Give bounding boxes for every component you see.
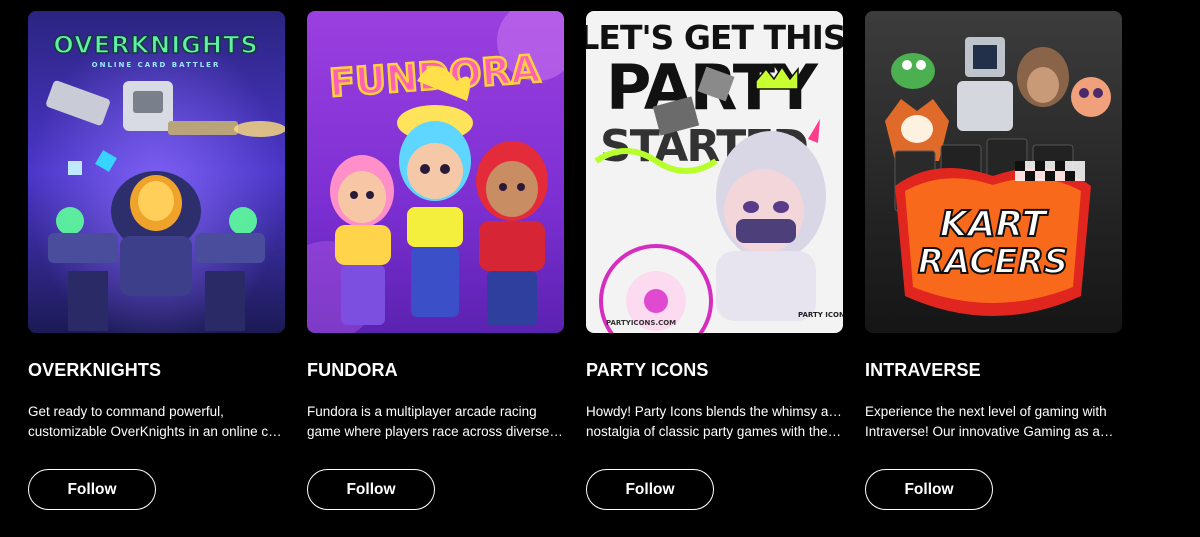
art-tagline: ONLINE CARD BATTLER xyxy=(92,61,221,69)
description-line: game where players race across diverse… xyxy=(307,424,563,439)
art-logo: KART xyxy=(940,204,1049,245)
game-description: Experience the next level of gaming with… xyxy=(865,402,1122,442)
art-brand: PARTY ICONS xyxy=(798,311,843,319)
game-card-overknights[interactable]: OVERKNIGHTS ONLINE CARD BATTLER OVERKNIG… xyxy=(28,11,285,521)
follow-button[interactable]: Follow xyxy=(865,469,993,510)
game-title[interactable]: INTRAVERSE xyxy=(865,360,981,381)
game-description: Get ready to command powerful, customiza… xyxy=(28,402,285,442)
game-thumbnail[interactable]: LET'S GET THIS PARTY STARTED PAR xyxy=(586,11,843,333)
game-thumbnail[interactable]: OVERKNIGHTS ONLINE CARD BATTLER xyxy=(28,11,285,333)
game-title[interactable]: OVERKNIGHTS xyxy=(28,360,161,381)
game-card-party-icons[interactable]: LET'S GET THIS PARTY STARTED PAR xyxy=(586,11,843,521)
games-grid: OVERKNIGHTS ONLINE CARD BATTLER OVERKNIG… xyxy=(28,11,1122,521)
description-line: Howdy! Party Icons blends the whimsy and xyxy=(586,404,843,419)
game-card-intraverse[interactable]: KART RACERS INTRAVERSE Experience the ne… xyxy=(865,11,1122,521)
description-line: Intraverse! Our innovative Gaming as a… xyxy=(865,424,1114,439)
follow-button[interactable]: Follow xyxy=(586,469,714,510)
art-site: PARTYICONS.COM xyxy=(606,319,676,327)
game-description: Howdy! Party Icons blends the whimsy and… xyxy=(586,402,843,442)
description-line: nostalgia of classic party games with th… xyxy=(586,424,842,439)
game-description: Fundora is a multiplayer arcade racing g… xyxy=(307,402,564,442)
description-line: Fundora is a multiplayer arcade racing xyxy=(307,404,537,419)
description-line: Experience the next level of gaming with xyxy=(865,404,1107,419)
game-title[interactable]: PARTY ICONS xyxy=(586,360,708,381)
game-title[interactable]: FUNDORA xyxy=(307,360,398,381)
game-thumbnail[interactable]: KART RACERS xyxy=(865,11,1122,333)
follow-button[interactable]: Follow xyxy=(307,469,435,510)
description-line: Get ready to command powerful, xyxy=(28,404,224,419)
art-logo: OVERKNIGHTS xyxy=(53,31,258,59)
art-logo: RACERS xyxy=(918,242,1068,282)
game-card-fundora[interactable]: FUNDORA Fundora is a multiplayer arcade … xyxy=(307,11,564,521)
description-line: customizable OverKnights in an online ca… xyxy=(28,424,285,439)
follow-button[interactable]: Follow xyxy=(28,469,156,510)
game-thumbnail[interactable]: FUNDORA xyxy=(307,11,564,333)
